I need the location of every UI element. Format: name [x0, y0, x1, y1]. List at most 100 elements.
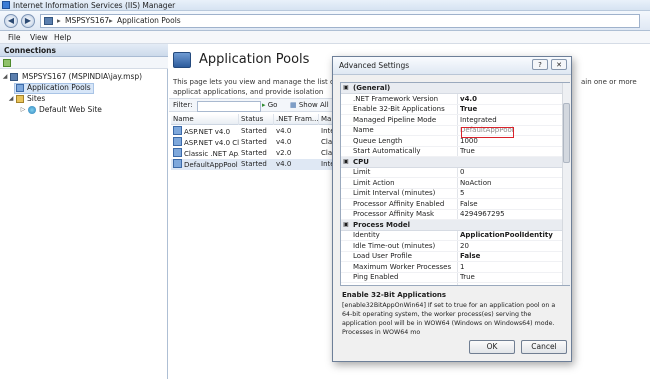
property-name: Start Automatically: [353, 147, 421, 155]
cell-name: ASP.NET v4.0: [171, 126, 239, 137]
filter-bar: Filter: ▸ Go ▦ Show All: [169, 98, 334, 112]
folder-icon: [16, 95, 24, 103]
filter-input[interactable]: [197, 101, 261, 112]
cancel-button[interactable]: Cancel: [521, 340, 567, 354]
property-value[interactable]: False: [460, 199, 560, 209]
property-value[interactable]: ApplicationPoolIdentity: [460, 230, 560, 240]
property-row[interactable]: Load User Profile False: [341, 251, 562, 262]
collapse-icon[interactable]: ▣: [342, 157, 350, 167]
property-value[interactable]: 20: [460, 241, 560, 251]
category-header[interactable]: ▣ Process Model: [341, 219, 562, 231]
cell-status: Started: [241, 138, 267, 146]
property-value[interactable]: 0: [460, 167, 560, 177]
property-row[interactable]: Enable 32-Bit Applications True: [341, 104, 562, 115]
table-header: Name Status .NET Fram... Mar: [171, 114, 334, 125]
property-name: .NET Framework Version: [353, 94, 439, 103]
category-header[interactable]: ▣ CPU: [341, 156, 562, 168]
breadcrumb-separator-icon: ▸: [109, 16, 113, 25]
property-name: Limit: [353, 168, 371, 176]
collapse-icon[interactable]: ◢: [8, 94, 14, 104]
property-value[interactable]: True: [460, 104, 560, 114]
property-row[interactable]: Maximum Worker Processes 1: [341, 262, 562, 273]
column-header-net[interactable]: .NET Fram...: [274, 114, 319, 125]
expand-icon[interactable]: ▷: [20, 105, 26, 115]
property-row[interactable]: Limit 0: [341, 167, 562, 178]
back-arrow-icon[interactable]: ◀: [4, 14, 18, 28]
menu-help[interactable]: Help: [54, 31, 71, 44]
help-button[interactable]: ?: [532, 59, 548, 70]
connect-icon[interactable]: [3, 59, 11, 67]
table-row[interactable]: Classic .NET Ap... Started v2.0 Clas: [171, 148, 334, 159]
property-value[interactable]: True: [460, 272, 560, 282]
show-all-button[interactable]: ▦ Show All: [290, 99, 329, 112]
scrollbar-thumb[interactable]: [563, 103, 570, 163]
property-name: Processor Affinity Mask: [353, 210, 435, 218]
menu-file[interactable]: File: [8, 31, 21, 44]
table-row-selected[interactable]: DefaultAppPool Started v4.0 Inte: [171, 159, 334, 170]
property-value[interactable]: 4294967295: [460, 209, 560, 219]
breadcrumb-app-pools[interactable]: Application Pools: [117, 15, 181, 27]
property-name: Load User Profile: [353, 252, 412, 260]
app-pool-icon: [16, 84, 24, 92]
table-row[interactable]: ASP.NET v4.0 Started v4.0 Inte: [171, 126, 334, 137]
table-row[interactable]: ASP.NET v4.0 Cl... Started v4.0 Clas: [171, 137, 334, 148]
breadcrumb[interactable]: ▸ MSPSYS167 ▸ Application Pools: [40, 14, 640, 28]
property-row[interactable]: Start Automatically True: [341, 146, 562, 157]
property-row[interactable]: Processor Affinity Enabled False: [341, 199, 562, 210]
row-name: Classic .NET Ap...: [184, 150, 239, 158]
property-row[interactable]: .NET Framework Version v4.0: [341, 94, 562, 105]
property-row[interactable]: Managed Pipeline Mode Integrated: [341, 115, 562, 126]
grid-scrollbar[interactable]: [562, 83, 570, 285]
breadcrumb-server[interactable]: MSPSYS167: [65, 15, 109, 27]
connections-header: Connections: [0, 44, 168, 57]
row-name: DefaultAppPool: [184, 161, 238, 169]
property-value[interactable]: 1: [460, 262, 560, 272]
property-value[interactable]: 5: [460, 188, 560, 198]
property-grid[interactable]: ▣ (General) .NET Framework Version v4.0 Enab…: [340, 82, 570, 286]
column-header-status[interactable]: Status: [239, 114, 274, 125]
property-row[interactable]: Processor Affinity Mask 4294967295: [341, 209, 562, 220]
property-value[interactable]: Integrated: [460, 115, 560, 125]
property-row[interactable]: Identity ApplicationPoolIdentity: [341, 230, 562, 241]
collapse-icon[interactable]: ▣: [342, 220, 350, 230]
property-row[interactable]: Idle Time-out (minutes) 20: [341, 241, 562, 252]
property-row[interactable]: Queue Length 1000: [341, 136, 562, 147]
column-header-name[interactable]: Name: [171, 114, 239, 125]
collapse-icon[interactable]: ▣: [342, 83, 350, 93]
collapse-icon[interactable]: ◢: [2, 72, 8, 82]
category-label: (General): [353, 84, 391, 92]
property-value[interactable]: False: [460, 251, 560, 261]
property-row[interactable]: Limit Action NoAction: [341, 178, 562, 189]
property-row[interactable]: Ping Enabled True: [341, 272, 562, 283]
tree-label-default-site: Default Web Site: [39, 105, 102, 114]
page-description-right: ain one or more: [581, 78, 637, 86]
app-pools-icon: [173, 52, 191, 68]
go-label: Go: [267, 101, 278, 109]
cell-status: Started: [241, 160, 267, 168]
ok-button[interactable]: OK: [469, 340, 515, 354]
menu-view[interactable]: View: [30, 31, 48, 44]
property-value[interactable]: v4.0: [460, 94, 560, 104]
app-pool-icon: [173, 126, 182, 135]
dialog-title: Advanced Settings: [339, 61, 410, 70]
property-row[interactable]: Name DefaultAppPool: [341, 125, 562, 136]
go-button[interactable]: ▸ Go: [262, 99, 277, 112]
cell-status: Started: [241, 149, 267, 157]
cell-name: ASP.NET v4.0 Cl...: [171, 137, 239, 148]
forward-arrow-icon[interactable]: ▶: [21, 14, 35, 28]
cell-net: v4.0: [276, 160, 292, 168]
cell-net: v2.0: [276, 149, 292, 157]
address-bar: ◀ ▶ ▸ MSPSYS167 ▸ Application Pools: [0, 11, 650, 31]
property-row[interactable]: Limit Interval (minutes) 5: [341, 188, 562, 199]
row-name: ASP.NET v4.0: [184, 128, 231, 136]
property-value[interactable]: True: [460, 146, 560, 156]
category-header[interactable]: ▣ (General): [341, 83, 562, 94]
category-label: CPU: [353, 157, 369, 166]
close-button[interactable]: ✕: [551, 59, 567, 70]
cell-name: Classic .NET Ap...: [171, 148, 239, 159]
property-name: Processor Affinity Enabled: [353, 199, 445, 208]
cell-name: DefaultAppPool: [171, 159, 239, 170]
connections-toolbar: [0, 57, 168, 69]
connections-panel: Connections ◢ MSPSYS167 (MSPINDIA\jay.ms…: [0, 44, 168, 379]
property-value[interactable]: NoAction: [460, 178, 560, 188]
